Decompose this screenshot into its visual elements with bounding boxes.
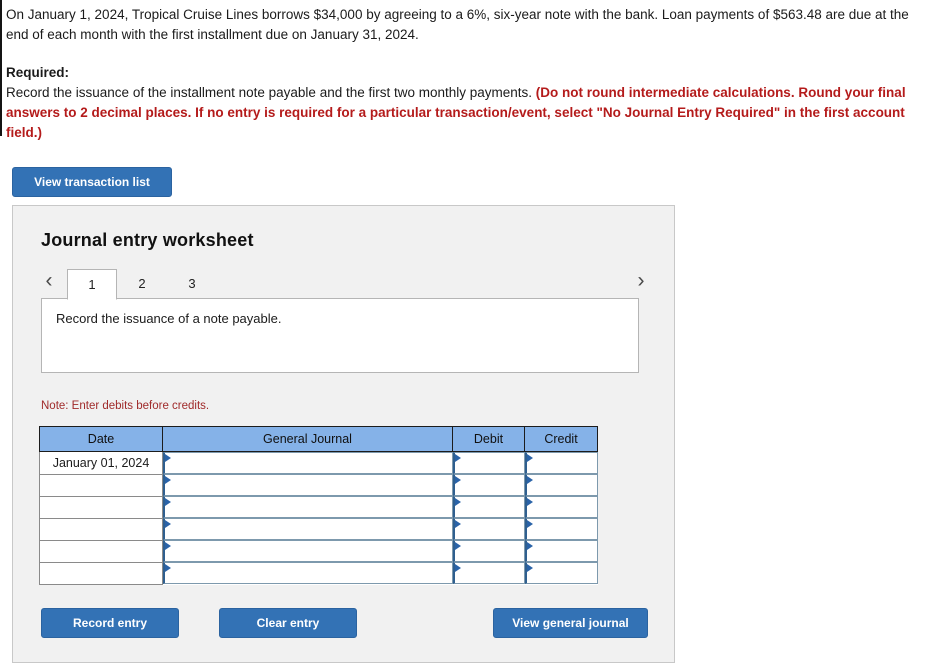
debit-input[interactable]: [452, 474, 525, 496]
table-row: January 01, 2024: [39, 451, 598, 475]
table-row: [39, 517, 598, 541]
journal-entry-worksheet-panel: Journal entry worksheet ‹ 1 2 3 › Record…: [12, 205, 675, 663]
required-instruction-plain: Record the issuance of the installment n…: [6, 85, 536, 100]
cell-credit[interactable]: [524, 540, 598, 562]
credit-input[interactable]: [524, 562, 598, 584]
credit-input[interactable]: [524, 474, 598, 496]
credit-input[interactable]: [524, 540, 598, 562]
cell-debit[interactable]: [452, 562, 525, 584]
credit-input[interactable]: [524, 518, 598, 540]
cell-date[interactable]: [39, 561, 163, 585]
debit-input[interactable]: [452, 496, 525, 518]
journal-entry-table: Date General Journal Debit Credit Januar…: [39, 426, 598, 585]
cell-credit[interactable]: [524, 496, 598, 518]
left-margin-rule: [0, 0, 2, 136]
credit-input[interactable]: [524, 496, 598, 518]
cell-debit[interactable]: [452, 474, 525, 496]
cell-date[interactable]: [39, 473, 163, 497]
table-header-row: Date General Journal Debit Credit: [39, 426, 598, 452]
cell-credit[interactable]: [524, 474, 598, 496]
debit-input[interactable]: [452, 540, 525, 562]
debit-input[interactable]: [452, 518, 525, 540]
journal-entry-table-body: January 01, 2024: [39, 451, 598, 585]
cell-credit[interactable]: [524, 518, 598, 540]
cell-date[interactable]: [39, 517, 163, 541]
cell-date[interactable]: [39, 539, 163, 563]
cell-general-journal[interactable]: [162, 451, 453, 474]
table-row: [39, 495, 598, 519]
column-header-general-journal: General Journal: [162, 426, 453, 452]
dropdown-marker-icon: [526, 542, 533, 550]
general-journal-input[interactable]: [163, 452, 453, 474]
view-general-journal-button[interactable]: View general journal: [493, 608, 648, 638]
problem-paragraph: On January 1, 2024, Tropical Cruise Line…: [6, 7, 909, 42]
tab-entry-1[interactable]: 1: [67, 269, 117, 300]
cell-debit[interactable]: [452, 496, 525, 518]
dropdown-marker-icon: [165, 564, 171, 572]
dropdown-marker-icon: [526, 498, 533, 506]
required-label: Required:: [6, 65, 70, 80]
clear-entry-button[interactable]: Clear entry: [219, 608, 357, 638]
tab-description-panel: Record the issuance of a note payable.: [41, 298, 639, 373]
debits-before-credits-note: Note: Enter debits before credits.: [41, 400, 210, 412]
required-instructions: Record the issuance of the installment n…: [6, 83, 924, 143]
dropdown-marker-icon: [454, 454, 461, 462]
general-journal-input[interactable]: [163, 474, 453, 496]
tab-entry-2[interactable]: 2: [117, 269, 167, 299]
dropdown-marker-icon: [526, 454, 533, 462]
cell-general-journal[interactable]: [162, 474, 453, 496]
general-journal-input[interactable]: [163, 562, 453, 584]
column-header-date: Date: [39, 426, 163, 452]
dropdown-marker-icon: [165, 498, 171, 506]
dropdown-marker-icon: [165, 542, 171, 550]
record-entry-button[interactable]: Record entry: [41, 608, 179, 638]
worksheet-title: Journal entry worksheet: [41, 230, 254, 250]
credit-input[interactable]: [524, 452, 598, 474]
view-transaction-list-button[interactable]: View transaction list: [12, 167, 172, 197]
dropdown-marker-icon: [454, 476, 461, 484]
column-header-credit: Credit: [524, 426, 598, 452]
general-journal-input[interactable]: [163, 540, 453, 562]
dropdown-marker-icon: [165, 476, 171, 484]
table-row: [39, 561, 598, 585]
dropdown-marker-icon: [454, 498, 461, 506]
cell-general-journal[interactable]: [162, 562, 453, 584]
chevron-left-icon[interactable]: ‹: [39, 269, 59, 293]
dropdown-marker-icon: [454, 520, 461, 528]
dropdown-marker-icon: [165, 520, 171, 528]
cell-date[interactable]: January 01, 2024: [39, 451, 163, 475]
cell-general-journal[interactable]: [162, 518, 453, 540]
cell-date[interactable]: [39, 495, 163, 519]
debit-input[interactable]: [452, 562, 525, 584]
cell-debit[interactable]: [452, 540, 525, 562]
tab-entry-3[interactable]: 3: [167, 269, 217, 299]
table-row: [39, 539, 598, 563]
worksheet-tab-bar: ‹ 1 2 3 ›: [39, 263, 651, 300]
dropdown-marker-icon: [526, 520, 533, 528]
cell-general-journal[interactable]: [162, 496, 453, 518]
dropdown-marker-icon: [526, 476, 533, 484]
debit-input[interactable]: [452, 452, 525, 474]
dropdown-marker-icon: [526, 564, 533, 572]
dropdown-marker-icon: [165, 454, 171, 462]
cell-debit[interactable]: [452, 451, 525, 474]
column-header-debit: Debit: [452, 426, 525, 452]
dropdown-marker-icon: [454, 542, 461, 550]
dropdown-marker-icon: [454, 564, 461, 572]
problem-statement: On January 1, 2024, Tropical Cruise Line…: [6, 5, 924, 143]
general-journal-input[interactable]: [163, 518, 453, 540]
cell-debit[interactable]: [452, 518, 525, 540]
tab-description-text: Record the issuance of a note payable.: [56, 311, 282, 326]
chevron-right-icon[interactable]: ›: [631, 269, 651, 293]
cell-credit[interactable]: [524, 451, 598, 474]
cell-general-journal[interactable]: [162, 540, 453, 562]
general-journal-input[interactable]: [163, 496, 453, 518]
table-row: [39, 473, 598, 497]
cell-credit[interactable]: [524, 562, 598, 584]
